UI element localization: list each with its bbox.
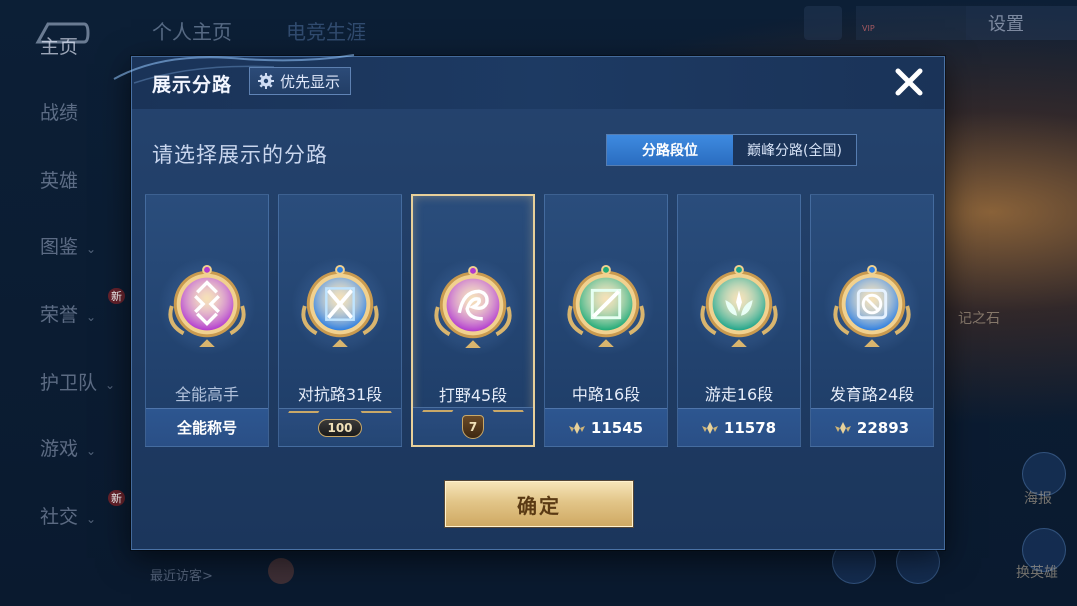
tab-esports-career[interactable]: 电竞生涯 — [286, 16, 366, 45]
lane-card-footer: 7 — [413, 407, 533, 445]
new-badge: 新 — [108, 490, 125, 506]
sidebar-item[interactable]: 图鉴 ⌄ — [40, 232, 96, 259]
lane-card-label: 全能高手 — [174, 385, 239, 404]
visitor-avatar[interactable] — [268, 558, 294, 584]
star-count-badge: 100 — [318, 418, 362, 437]
lane-card[interactable]: 对抗路31段 100 — [278, 194, 402, 447]
notification-button[interactable] — [804, 6, 842, 40]
sidebar-item-label: 图鉴 — [40, 236, 79, 258]
lane-card[interactable]: 发育路24段 22893 — [810, 194, 934, 447]
sidebar-item[interactable]: 战绩 — [40, 98, 78, 125]
dialog-title: 展示分路 — [152, 74, 233, 96]
lane-card-label: 打野45段 — [438, 386, 508, 405]
lane-card-footer: 11578 — [678, 408, 800, 446]
peak-score-value: 11545 — [590, 418, 644, 437]
sidebar-item-label: 游戏 — [40, 438, 79, 460]
sidebar-item[interactable]: 主页 — [40, 32, 78, 59]
lane-card[interactable]: 游走16段 11578 — [677, 194, 801, 447]
farm-lane-emblem-icon — [829, 261, 915, 351]
lane-card-label: 对抗路31段 — [297, 385, 383, 404]
lane-card-footer: 11545 — [545, 408, 667, 446]
sidebar-item[interactable]: 荣誉 ⌄ 新 — [40, 288, 125, 327]
rank-shield-badge: 7 — [462, 414, 484, 439]
tab-lane-rank[interactable]: 分路段位 — [607, 135, 733, 165]
banner-wing-decoration — [360, 411, 396, 419]
new-badge: 新 — [108, 288, 125, 304]
close-button[interactable] — [892, 65, 926, 99]
title-text: 全能称号 — [176, 419, 237, 437]
chevron-down-icon: ⌄ — [86, 242, 97, 256]
vip-panel[interactable]: VIP — [856, 6, 966, 40]
chevron-down-icon: ⌄ — [86, 512, 97, 526]
vip-label: VIP — [862, 24, 875, 33]
lane-card[interactable]: 全能高手 全能称号 — [145, 194, 269, 447]
priority-display-label: 优先显示 — [280, 72, 341, 91]
chevron-down-icon: ⌄ — [86, 310, 97, 324]
lane-card-label: 游走16段 — [704, 385, 774, 404]
lane-card[interactable]: 打野45段 7 — [411, 194, 535, 447]
change-hero-label: 换英雄 — [1016, 565, 1058, 581]
peak-score-icon — [568, 421, 585, 434]
peak-score-icon — [701, 421, 718, 434]
banner-wing-decoration — [418, 410, 454, 418]
banner-wing-decoration — [492, 410, 528, 418]
confirm-button[interactable]: 确定 — [445, 481, 633, 527]
sidebar-item[interactable]: 英雄 — [40, 166, 78, 193]
tab-peak-lane-national[interactable]: 巅峰分路(全国) — [733, 135, 856, 165]
lane-card-footer: 22893 — [811, 408, 933, 446]
mid-lane-emblem-icon — [563, 261, 649, 351]
lane-card-label: 中路16段 — [571, 385, 641, 404]
lane-card[interactable]: 中路16段 11545 — [544, 194, 668, 447]
sidebar-item-label: 主页 — [40, 36, 79, 58]
gear-icon — [258, 73, 274, 89]
settings-button[interactable]: 设置 — [966, 6, 1077, 40]
jungle-emblem-icon — [430, 262, 516, 352]
all-round-emblem-icon — [164, 261, 250, 351]
tab-personal-home[interactable]: 个人主页 — [152, 16, 232, 45]
lane-display-dialog: 展示分路 优先显示 请选择展示的分路 分路段位 巅峰分路(全国) 全能高手全能称… — [113, 54, 945, 550]
sidebar-item[interactable]: 社交 ⌄ 新 — [40, 490, 125, 529]
peak-score-value: 22893 — [856, 418, 910, 437]
chevron-down-icon: ⌄ — [86, 444, 97, 458]
lane-card-label: 发育路24段 — [829, 385, 915, 404]
clash-lane-emblem-icon — [297, 261, 383, 351]
banner-wing-decoration — [284, 411, 320, 419]
roam-emblem-icon — [696, 261, 782, 351]
sidebar-item[interactable]: 护卫队 ⌄ — [40, 368, 115, 395]
priority-display-button[interactable]: 优先显示 — [249, 67, 352, 95]
sidebar-item-label: 荣誉 — [40, 304, 79, 326]
lane-card-footer: 100 — [279, 408, 401, 446]
poster-label: 海报 — [1024, 491, 1052, 507]
lane-tab-switch: 分路段位 巅峰分路(全国) — [606, 134, 857, 166]
sidebar-item-label: 战绩 — [40, 102, 79, 124]
sidebar-item-label: 英雄 — [40, 170, 79, 192]
sidebar-item-label: 社交 — [40, 506, 79, 528]
sidebar-item-label: 护卫队 — [40, 372, 98, 394]
recent-visitors-link[interactable]: 最近访客> — [150, 565, 213, 584]
peak-score-icon — [834, 421, 851, 434]
dialog-subtitle: 请选择展示的分路 — [152, 143, 328, 167]
close-icon — [895, 68, 923, 96]
stone-label: 记之石 — [958, 311, 1000, 327]
lane-card-footer: 全能称号 — [146, 408, 268, 446]
sidebar-item[interactable]: 游戏 ⌄ — [40, 434, 96, 461]
peak-score-value: 11578 — [723, 418, 777, 437]
lane-cards: 全能高手 全能称号 对抗路31段 100 打野45段 7 中路16段 11545 游走16段 11… — [145, 194, 935, 447]
chevron-down-icon: ⌄ — [105, 378, 116, 392]
